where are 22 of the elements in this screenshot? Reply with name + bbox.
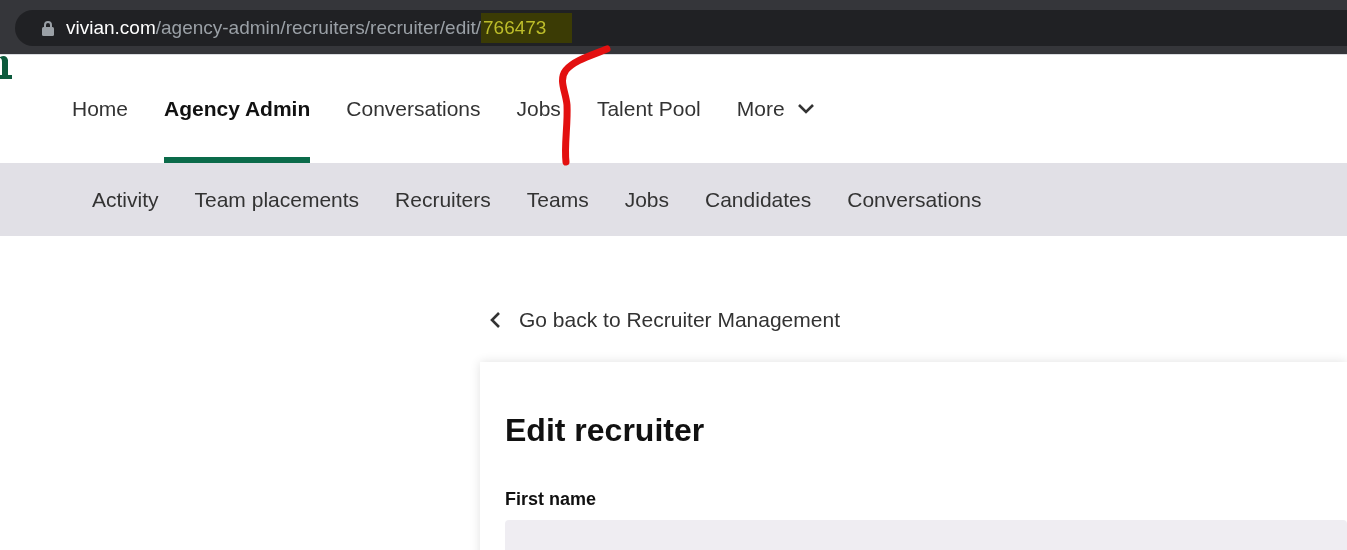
nav-tab[interactable]: Conversations <box>346 55 481 163</box>
sub-nav-link[interactable]: Conversations <box>847 187 982 212</box>
sub-nav-link[interactable]: Activity <box>92 187 159 212</box>
sub-nav-link[interactable]: Recruiters <box>395 187 491 212</box>
url-text: vivian.com/agency-admin/recruiters/recruiter/edit/ <box>66 17 481 39</box>
lock-icon <box>42 20 54 36</box>
sub-nav-link[interactable]: Jobs <box>624 187 669 212</box>
chevron-left-icon <box>489 311 501 329</box>
highlighted-id: 766473 <box>481 13 573 43</box>
nav-tab[interactable]: More <box>736 55 815 163</box>
field-label: First name <box>505 489 598 510</box>
chevron-down-icon <box>796 103 815 115</box>
back-link[interactable]: Go back to Recruiter Management <box>489 308 1347 332</box>
sub-nav-link[interactable]: Team placements <box>194 187 360 212</box>
sub-nav-link[interactable]: Teams <box>526 187 589 212</box>
nav-tab[interactable]: Talent Pool <box>596 55 701 163</box>
logo-drawing[interactable] <box>0 55 13 79</box>
nav-tab[interactable]: Jobs <box>516 55 561 163</box>
form-title: Edit recruiter <box>505 412 706 449</box>
address-bar[interactable]: vivian.com/agency-admin/recruiters/recruiter/edit/766473 <box>15 10 1347 46</box>
nav-tab[interactable]: Home <box>72 55 129 163</box>
sub-nav-link[interactable]: Candidates <box>705 187 812 212</box>
